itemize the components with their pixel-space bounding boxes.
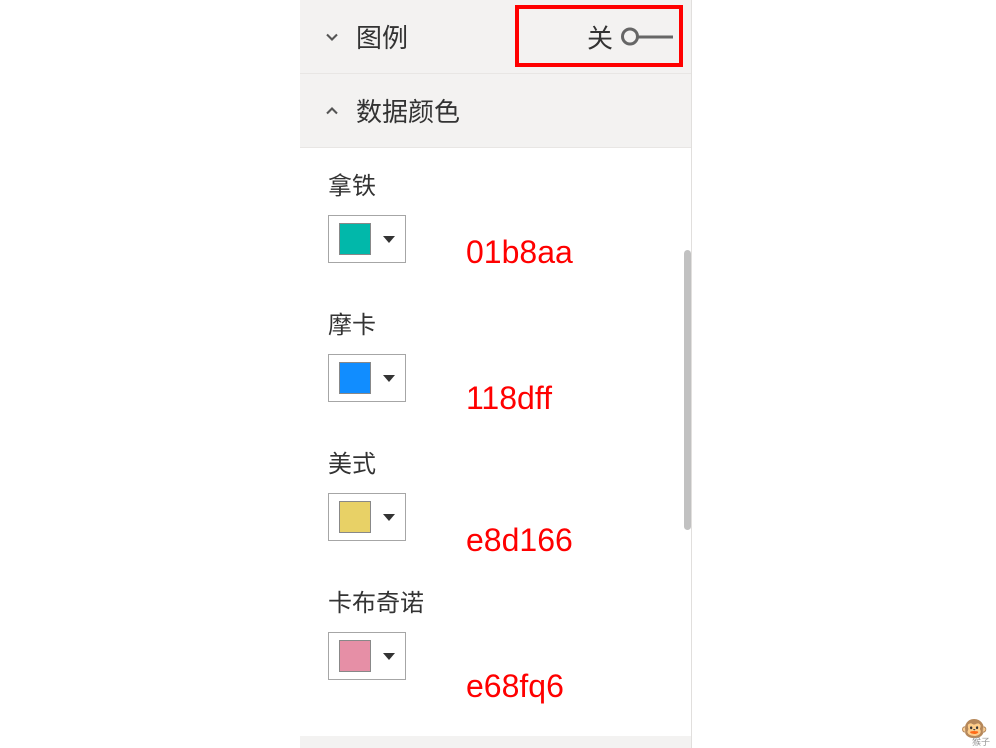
datacolors-title: 数据颜色 bbox=[356, 92, 460, 129]
toggle-track bbox=[637, 35, 673, 38]
color-picker-dropdown[interactable] bbox=[328, 632, 406, 680]
hex-annotation: 01b8aa bbox=[466, 234, 573, 271]
caret-down-icon bbox=[383, 514, 395, 521]
color-item-label: 卡布奇诺 bbox=[328, 583, 663, 618]
color-picker-dropdown[interactable] bbox=[328, 215, 406, 263]
caret-down-icon bbox=[383, 653, 395, 660]
color-picker-dropdown[interactable] bbox=[328, 354, 406, 402]
scrollbar-thumb[interactable] bbox=[684, 250, 691, 530]
scrollbar-track[interactable] bbox=[683, 160, 691, 748]
color-item: 卡布奇诺 bbox=[328, 583, 663, 680]
color-item-label: 拿铁 bbox=[328, 166, 663, 201]
color-item-label: 美式 bbox=[328, 444, 663, 479]
color-swatch bbox=[339, 362, 371, 394]
toggle-off-label: 关 bbox=[587, 18, 613, 55]
hex-annotation: 118dff bbox=[466, 380, 552, 417]
watermark-text: 猴子 bbox=[972, 735, 990, 748]
color-item-label: 摩卡 bbox=[328, 305, 663, 340]
chevron-up-icon bbox=[320, 99, 344, 123]
caret-down-icon bbox=[383, 236, 395, 243]
color-swatch bbox=[339, 501, 371, 533]
hex-annotation: e8d166 bbox=[466, 522, 573, 559]
legend-section-header[interactable]: 图例 关 bbox=[300, 0, 691, 74]
color-swatch bbox=[339, 640, 371, 672]
legend-title: 图例 bbox=[356, 18, 408, 55]
color-picker-dropdown[interactable] bbox=[328, 493, 406, 541]
caret-down-icon bbox=[383, 375, 395, 382]
legend-toggle-area[interactable]: 关 bbox=[587, 18, 677, 55]
datacolors-section-header[interactable]: 数据颜色 bbox=[300, 74, 691, 148]
chevron-down-icon bbox=[320, 25, 344, 49]
hex-annotation: e68fq6 bbox=[466, 668, 564, 705]
format-panel: 图例 关 数据颜色 拿铁 摩卡 bbox=[300, 0, 692, 748]
color-swatch bbox=[339, 223, 371, 255]
toggle-switch[interactable] bbox=[621, 27, 677, 47]
